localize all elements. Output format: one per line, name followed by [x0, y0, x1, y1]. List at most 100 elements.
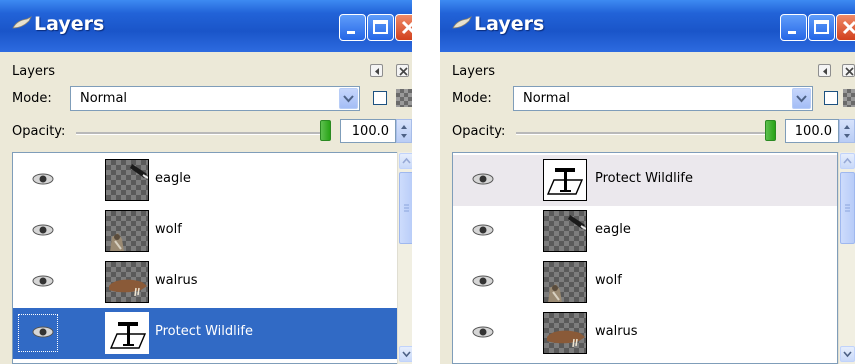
layer-thumbnail-walrus [105, 261, 149, 303]
layer-row[interactable]: eagle [13, 155, 397, 206]
layer-thumbnail-text [105, 312, 149, 354]
layers-window-right: Layers Layers Mode: Normal Opacity: 100.… [440, 0, 855, 364]
maximize-icon [373, 20, 388, 34]
window-title: Layers [474, 13, 545, 35]
opacity-slider-track[interactable] [76, 132, 328, 135]
scroll-up-icon [402, 157, 411, 164]
opacity-field[interactable]: 100.0 [340, 119, 396, 143]
window-title: Layers [34, 13, 105, 35]
layer-thumbnail-walrus [543, 312, 587, 354]
layer-list-scrollbar[interactable] [397, 152, 412, 364]
scroll-down-button[interactable] [399, 346, 412, 362]
mode-label: Mode: [12, 91, 52, 106]
layer-row[interactable]: eagle [453, 206, 837, 257]
eye-icon[interactable] [31, 223, 55, 237]
layer-list[interactable]: Protect Wildlife eagle wolf walrus [452, 152, 838, 364]
layer-row[interactable]: walrus [13, 257, 397, 308]
maximize-icon [814, 20, 829, 34]
minimize-icon [347, 31, 355, 34]
scroll-up-icon [843, 157, 852, 164]
eye-icon[interactable] [471, 325, 495, 339]
mode-value: Normal [523, 91, 571, 106]
layer-thumbnail-eagle [105, 159, 149, 201]
opacity-value: 100.0 [351, 124, 389, 139]
layer-name: walrus [595, 324, 638, 339]
eye-icon[interactable] [471, 274, 495, 288]
checkerboard-icon [396, 89, 412, 107]
close-button[interactable] [395, 14, 412, 41]
close-dock-button[interactable] [396, 64, 409, 77]
scroll-down-button[interactable] [840, 346, 855, 362]
layer-name: walrus [155, 273, 198, 288]
layer-name: Protect Wildlife [155, 324, 253, 339]
scroll-up-button[interactable] [399, 153, 412, 169]
eye-icon[interactable] [31, 172, 55, 186]
scroll-down-icon [843, 351, 852, 358]
mode-dropdown-button[interactable] [792, 88, 811, 109]
layers-window-left: Layers Layers Mode: Normal Opacity: 100.… [0, 0, 412, 364]
spin-arrows-icon [844, 125, 850, 138]
layer-list-scrollbar[interactable] [838, 152, 855, 364]
opacity-label: Opacity: [12, 124, 66, 139]
layer-name: Protect Wildlife [595, 171, 693, 186]
title-bar[interactable]: Layers [0, 0, 412, 52]
close-button[interactable] [836, 14, 855, 41]
panel-title: Layers [452, 64, 496, 79]
layer-thumbnail-wolf [543, 261, 587, 303]
grip-icon [404, 204, 409, 212]
layer-thumbnail-eagle [543, 210, 587, 252]
close-dock-icon [399, 67, 408, 76]
text-tool-icon [546, 168, 584, 195]
grip-icon [845, 204, 850, 212]
opacity-value: 100.0 [794, 124, 832, 139]
chevron-down-icon [343, 95, 354, 103]
eye-icon[interactable] [471, 223, 495, 237]
mode-combo[interactable]: Normal [70, 86, 360, 111]
keep-transparency-checkbox[interactable] [824, 91, 838, 105]
layers-panel: Layers Mode: Normal Opacity: 100.0 [0, 52, 412, 364]
text-tool-icon [109, 322, 147, 349]
opacity-slider-thumb[interactable] [320, 120, 331, 141]
opacity-field[interactable]: 100.0 [785, 119, 839, 143]
layer-name: eagle [155, 171, 191, 186]
tab-menu-button[interactable] [370, 64, 383, 77]
layer-list[interactable]: eagle wolf walrus Protect Wildlife [12, 152, 398, 364]
eye-icon[interactable] [31, 325, 55, 339]
layer-name: wolf [155, 222, 182, 237]
chevron-down-icon [796, 95, 807, 103]
layer-row[interactable]: wolf [453, 257, 837, 308]
scroll-up-button[interactable] [840, 153, 855, 169]
close-dock-button[interactable] [842, 64, 855, 77]
layer-row[interactable]: walrus [453, 308, 837, 359]
maximize-button[interactable] [367, 14, 394, 41]
keep-transparency-checkbox[interactable] [373, 91, 387, 105]
eye-icon[interactable] [471, 172, 495, 186]
close-icon [401, 20, 412, 35]
spin-arrows-icon [401, 125, 407, 138]
eye-icon[interactable] [31, 274, 55, 288]
minimize-button[interactable] [780, 14, 807, 41]
tab-menu-button[interactable] [818, 64, 831, 77]
tab-menu-icon [375, 68, 379, 75]
opacity-slider-track[interactable] [516, 132, 772, 135]
scroll-thumb[interactable] [840, 172, 855, 244]
opacity-slider-thumb[interactable] [765, 120, 776, 141]
opacity-spin-buttons[interactable] [396, 119, 412, 143]
opacity-spin-buttons[interactable] [839, 119, 855, 143]
layer-name: wolf [595, 273, 622, 288]
layer-row-highlighted[interactable]: Protect Wildlife [453, 155, 837, 206]
layers-panel: Layers Mode: Normal Opacity: 100.0 [440, 52, 855, 364]
scroll-thumb[interactable] [399, 172, 412, 244]
layer-thumbnail-wolf [105, 210, 149, 252]
gimp-app-icon [452, 16, 472, 29]
scroll-down-icon [402, 351, 411, 358]
opacity-label: Opacity: [452, 124, 506, 139]
layer-row-selected[interactable]: Protect Wildlife [13, 308, 397, 359]
title-bar[interactable]: Layers [440, 0, 855, 52]
mode-combo[interactable]: Normal [513, 86, 813, 111]
minimize-button[interactable] [339, 14, 366, 41]
layer-row[interactable]: wolf [13, 206, 397, 257]
maximize-button[interactable] [808, 14, 835, 41]
mode-dropdown-button[interactable] [339, 88, 358, 109]
checkerboard-icon [843, 89, 855, 107]
